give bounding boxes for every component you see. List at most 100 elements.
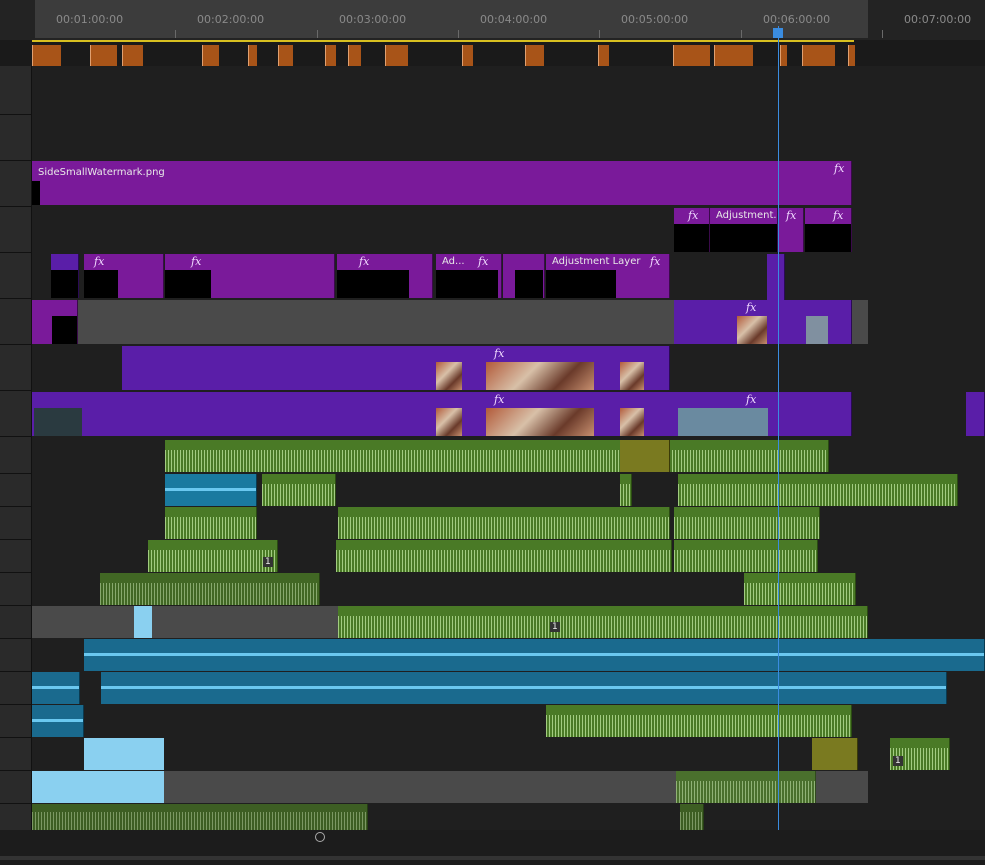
music-clip[interactable]: [32, 672, 80, 704]
video-clip[interactable]: fx: [122, 346, 670, 390]
adjustment-clip[interactable]: fx: [805, 208, 852, 252]
marker[interactable]: [673, 45, 710, 66]
music-clip[interactable]: [84, 639, 985, 671]
audio-clip[interactable]: [165, 507, 257, 539]
adjustment-clip[interactable]: [32, 300, 78, 344]
marker[interactable]: [325, 45, 336, 66]
clip-thumbnail: [806, 316, 828, 344]
waveform: [262, 483, 335, 506]
adjustment-clip[interactable]: fx: [778, 208, 804, 252]
marker[interactable]: [90, 45, 117, 66]
playhead-line[interactable]: [778, 26, 779, 830]
audio-clip[interactable]: [678, 474, 958, 506]
marker[interactable]: [202, 45, 219, 66]
audio-clip[interactable]: [165, 440, 829, 472]
fx-badge: fx: [191, 255, 202, 268]
waveform: [165, 488, 256, 492]
clip-thumbnail: [337, 270, 409, 298]
audio-clip[interactable]: [680, 804, 704, 830]
zoom-scroll-handle[interactable]: [315, 832, 325, 842]
audio-clip[interactable]: [84, 738, 164, 770]
adjustment-clip[interactable]: Adjustment...: [710, 208, 778, 252]
audio-clip[interactable]: [812, 738, 858, 770]
clip-thumbnail: [546, 270, 616, 298]
clip-thumbnail: [436, 408, 462, 436]
marker[interactable]: [248, 45, 257, 66]
audio-clip[interactable]: [32, 804, 368, 830]
marker[interactable]: [385, 45, 408, 66]
waveform: [620, 483, 631, 506]
adjustment-clip[interactable]: [503, 254, 545, 298]
audio-clip[interactable]: [165, 474, 257, 506]
audio-clip[interactable]: [338, 606, 868, 638]
audio-clip[interactable]: [262, 474, 336, 506]
clip-thumbnail: [620, 408, 644, 436]
track-header-column[interactable]: [0, 66, 32, 836]
audio-clip[interactable]: [620, 440, 670, 472]
clip-label: Adjustment Layer: [552, 256, 641, 267]
clip-marker-badge: 1: [550, 622, 560, 632]
fx-badge: fx: [94, 255, 105, 268]
marker[interactable]: [780, 45, 787, 66]
audio-clip[interactable]: [338, 507, 670, 539]
marker[interactable]: [462, 45, 473, 66]
waveform: [165, 449, 828, 472]
audio-clip[interactable]: [336, 540, 672, 572]
audio-clip[interactable]: [744, 573, 856, 605]
track-divider: [0, 539, 31, 540]
audio-clip[interactable]: [100, 573, 320, 605]
track-divider: [0, 704, 31, 705]
audio-clip[interactable]: [148, 540, 278, 572]
adjustment-clip[interactable]: Ad... fx: [436, 254, 502, 298]
waveform: [100, 582, 319, 605]
waveform: [678, 483, 957, 506]
audio-clip[interactable]: [674, 540, 818, 572]
clip-thumbnail: [436, 270, 498, 298]
clip-thumbnail: [710, 224, 777, 252]
video-clip[interactable]: [51, 254, 79, 298]
adjustment-clip[interactable]: fx: [674, 208, 710, 252]
marker[interactable]: [278, 45, 293, 66]
waveform: [546, 714, 851, 737]
marker[interactable]: [714, 45, 753, 66]
video-clip[interactable]: fx: [674, 300, 852, 344]
marker[interactable]: [598, 45, 609, 66]
horizontal-scrollbar[interactable]: [0, 856, 985, 860]
clip-thumbnail: [620, 362, 644, 390]
playhead-handle[interactable]: [773, 28, 783, 38]
marker[interactable]: [32, 45, 61, 66]
clip-thumbnail: [674, 224, 709, 252]
adjustment-clip[interactable]: fx: [84, 254, 164, 298]
marker[interactable]: [348, 45, 361, 66]
audio-clip[interactable]: [674, 507, 820, 539]
waveform: [336, 549, 671, 572]
fx-badge: fx: [834, 162, 845, 175]
audio-clip[interactable]: [620, 474, 632, 506]
marker-strip[interactable]: [0, 40, 985, 66]
work-area-bar[interactable]: [35, 0, 868, 38]
marker[interactable]: [122, 45, 143, 66]
watermark-clip[interactable]: SideSmallWatermark.png fx: [32, 161, 852, 205]
audio-clip[interactable]: [32, 771, 164, 803]
timecode-label: 00:02:00:00: [197, 13, 265, 26]
marker[interactable]: [848, 45, 855, 66]
audio-clip[interactable]: [546, 705, 852, 737]
adjustment-clip[interactable]: fx: [165, 254, 335, 298]
adjustment-clip[interactable]: fx: [337, 254, 433, 298]
marker[interactable]: [525, 45, 544, 66]
track-divider: [0, 252, 31, 253]
time-ruler[interactable]: 00:01:00:00 00:02:00:00 00:03:00:00 00:0…: [0, 0, 985, 40]
fx-badge: fx: [746, 301, 757, 314]
fx-badge: fx: [478, 255, 489, 268]
audio-clip[interactable]: [134, 606, 152, 638]
adjustment-layer-clip[interactable]: Adjustment Layer fx: [546, 254, 670, 298]
video-clip[interactable]: [966, 392, 985, 436]
music-clip[interactable]: [32, 705, 84, 737]
render-bar: [32, 40, 854, 42]
audio-clip[interactable]: [676, 771, 816, 803]
track-divider: [0, 506, 31, 507]
music-clip[interactable]: [101, 672, 947, 704]
marker[interactable]: [802, 45, 835, 66]
clip-thumbnail: [486, 362, 594, 390]
video-clip[interactable]: fx fx: [32, 392, 852, 436]
